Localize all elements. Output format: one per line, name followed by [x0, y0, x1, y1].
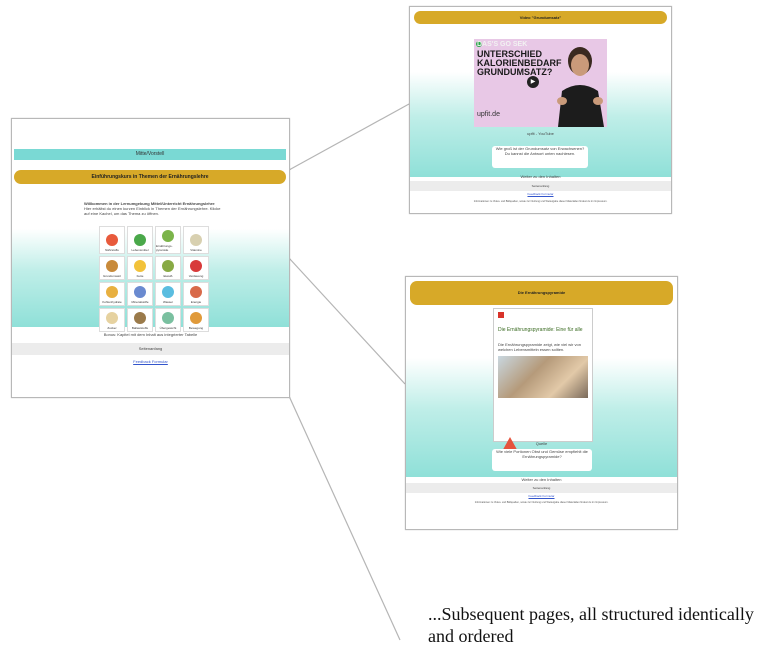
pyramid-feedback-link[interactable]: Feedback Formular — [406, 494, 677, 498]
topic-tile-icon — [106, 234, 118, 246]
topic-tile-icon — [106, 286, 118, 298]
topic-tile-label: Übergewicht — [159, 326, 177, 330]
main-title-bar: Einführungskurs in Themen der Ernährungs… — [14, 170, 286, 184]
topic-tile-label: Lebensmittel — [131, 248, 149, 252]
topic-tile-icon — [190, 260, 202, 272]
topic-tile-icon — [162, 260, 174, 272]
topic-tile[interactable]: Zucker — [99, 308, 125, 332]
pyramid-question-box: Wie viele Portionen Obst und Gemüse empf… — [492, 449, 592, 471]
pyramid-below-text[interactable]: Weiter zu den Inhalten — [406, 477, 677, 482]
topic-tile-icon — [134, 312, 146, 324]
topic-tile-label: Fette — [136, 274, 144, 278]
topic-tile-label: Zucker — [107, 326, 117, 330]
video-foot-note: Informationen zu Video- und Bildquellen,… — [473, 200, 608, 203]
video-thumbnail[interactable]: DAS'S GO SEK UNTERSCHIED KALORIENBEDARF … — [474, 39, 607, 127]
topic-tile-icon — [190, 312, 202, 324]
main-intro: Willkommen in der Lernumgebung Mittel/Un… — [84, 201, 224, 216]
topic-tile-label: Ballaststoffe — [131, 326, 149, 330]
video-page-screenshot: Video "Grundumsatz" DAS'S GO SEK UNTERSC… — [409, 6, 672, 214]
document-title: Die Ernährungspyramide: Eine für alle — [498, 327, 583, 333]
document-text: Die Ernährungspyramide zeigt, wie viel w… — [498, 342, 581, 352]
video-question-box: Wie groß ist der Grundumsatz von Erwachs… — [492, 146, 588, 168]
pyramid-foot-note: Informationen zu Video- und Bildquellen,… — [474, 501, 609, 504]
thumb-faded-text: DAS'S GO SEK — [477, 41, 528, 48]
topic-tile-icon — [190, 234, 202, 246]
topic-tile[interactable]: Vitamine — [183, 226, 209, 254]
main-footer[interactable]: Seitenanfang — [12, 343, 289, 355]
topic-tile-icon — [162, 230, 174, 242]
video-title-bar: Video "Grundumsatz" — [414, 11, 667, 24]
topic-tile-label: Wasser — [162, 300, 174, 304]
topic-tile[interactable]: Lebensmittel — [127, 226, 153, 254]
thumb-headline: UNTERSCHIED KALORIENBEDARF GRUNDUMSATZ? — [477, 49, 562, 77]
main-feedback-link[interactable]: Feedback Formular — [12, 359, 289, 364]
topic-tile-label: Mineralstoffe — [131, 300, 149, 304]
connector-to-subsequent — [288, 395, 401, 641]
topic-tile[interactable]: Ballaststoffe — [127, 308, 153, 332]
topic-tile-icon — [190, 286, 202, 298]
topic-tile-label: Nährstoffe — [105, 248, 119, 252]
connector-to-video — [288, 103, 410, 171]
topic-tile-icon — [134, 234, 146, 246]
topic-tile-icon — [134, 286, 146, 298]
topic-tile-label: Eiweiß — [163, 274, 173, 278]
main-intro-text: Hier erhältst du einen kurzen Einblick i… — [84, 206, 221, 216]
topic-tile-label: Energie — [190, 300, 202, 304]
topic-tile-icon — [162, 312, 174, 324]
topic-tile[interactable]: Fette — [127, 256, 153, 280]
topic-tile[interactable]: Bewegung — [183, 308, 209, 332]
family-photo — [498, 356, 588, 398]
topic-tile-label: Ernährungs-pyramide — [156, 244, 173, 252]
subsequent-pages-caption: ...Subsequent pages, all structured iden… — [428, 604, 754, 646]
topic-tile-icon — [134, 260, 146, 272]
topic-tile-icon — [162, 286, 174, 298]
pyramid-title-bar: Die Ernährungspyramide — [410, 281, 673, 305]
document-logo-icon — [498, 312, 504, 318]
topic-tile-label: Vitamine — [190, 248, 202, 252]
topic-tile-grid: Nährstoffe Lebensmittel Ernährungs-pyramid… — [99, 226, 209, 332]
topic-tile[interactable]: Nährstoffe — [99, 226, 125, 254]
topic-tile-label: Bewegung — [188, 326, 204, 330]
thumb-brand: upfit.de — [477, 111, 500, 118]
video-answer-hint: Du kannst die Antwort unten nachlesen. — [504, 151, 576, 156]
topic-tile[interactable]: Wasser — [155, 282, 181, 306]
connector-to-pyramid — [288, 257, 406, 385]
pyramid-question: Wie viele Portionen Obst und Gemüse empf… — [496, 449, 588, 459]
pyramid-document[interactable]: Die Ernährungspyramide: Eine für alle Di… — [493, 308, 593, 455]
play-icon[interactable]: ▶ — [527, 76, 539, 88]
topic-tile[interactable]: Ernährungs-pyramide — [155, 226, 181, 254]
video-below-text[interactable]: Weiter zu den Inhalten — [410, 174, 671, 179]
main-below-text[interactable]: Bonus: Kapitel mit dem Inhalt aus integr… — [12, 332, 289, 337]
main-page-screenshot: Mitte/Vorstell Einführungskurs in Themen… — [11, 118, 290, 398]
presenter-image — [557, 47, 604, 127]
video-caption: upfit - YouTube — [527, 131, 554, 136]
pyramid-page-screenshot: Die Ernährungspyramide Die Ernährungspyr… — [405, 276, 678, 530]
video-feedback-link[interactable]: Feedback Formular — [410, 192, 671, 196]
main-top-bar[interactable]: Mitte/Vorstell — [14, 149, 286, 160]
topic-tile-label: Verdauung — [188, 274, 204, 278]
topic-tile[interactable]: Energie — [183, 282, 209, 306]
topic-tile[interactable]: Kohlenhydrate — [99, 282, 125, 306]
topic-tile[interactable]: Mineralstoffe — [127, 282, 153, 306]
topic-tile[interactable]: Grundumsatz — [99, 256, 125, 280]
topic-tile-icon — [106, 260, 118, 272]
video-footer[interactable]: Seitenanfang — [410, 181, 671, 191]
topic-tile-label: Kohlenhydrate — [102, 300, 122, 304]
pyramid-caption: Quelle — [535, 441, 548, 446]
topic-tile[interactable]: Übergewicht — [155, 308, 181, 332]
topic-tile-icon — [106, 312, 118, 324]
pyramid-footer[interactable]: Seitenanfang — [406, 483, 677, 493]
topic-tile-label: Grundumsatz — [102, 274, 121, 278]
topic-tile[interactable]: Verdauung — [183, 256, 209, 280]
topic-tile[interactable]: Eiweiß — [155, 256, 181, 280]
